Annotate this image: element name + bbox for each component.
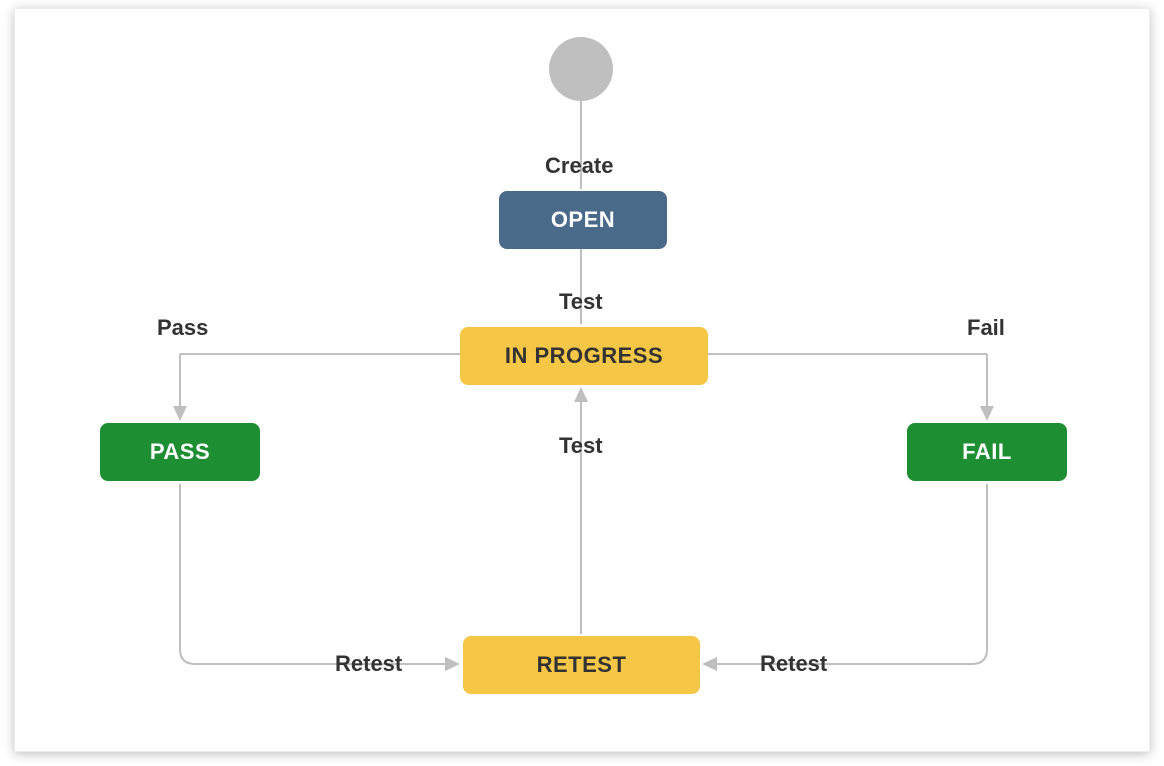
state-open-label: OPEN [551,207,615,233]
state-pass: PASS [100,423,260,481]
edge-retest-right [717,484,987,664]
state-inprogress-label: IN PROGRESS [505,343,663,369]
arrow-retest-right [702,657,717,671]
arrow-retest-left [445,657,460,671]
state-retest: RETEST [463,636,700,694]
label-test-retest: Test [559,433,603,459]
label-retest-right: Retest [760,651,827,677]
label-test-open: Test [559,289,603,315]
start-node [549,37,613,101]
label-fail: Fail [967,315,1005,341]
arrow-pass [173,406,187,421]
state-pass-label: PASS [150,439,210,465]
arrow-test-retest [574,387,588,402]
state-open: OPEN [499,191,667,249]
diagram-canvas: .ln{stroke:#bfbfbf;stroke-width:2;fill:n… [0,0,1164,766]
label-create: Create [545,153,613,179]
diagram-card: .ln{stroke:#bfbfbf;stroke-width:2;fill:n… [14,8,1150,752]
arrow-fail [980,406,994,421]
state-inprogress: IN PROGRESS [460,327,708,385]
state-fail-label: FAIL [962,439,1012,465]
state-retest-label: RETEST [537,652,627,678]
label-pass: Pass [157,315,208,341]
label-retest-left: Retest [335,651,402,677]
state-fail: FAIL [907,423,1067,481]
edge-retest-left [180,484,445,664]
